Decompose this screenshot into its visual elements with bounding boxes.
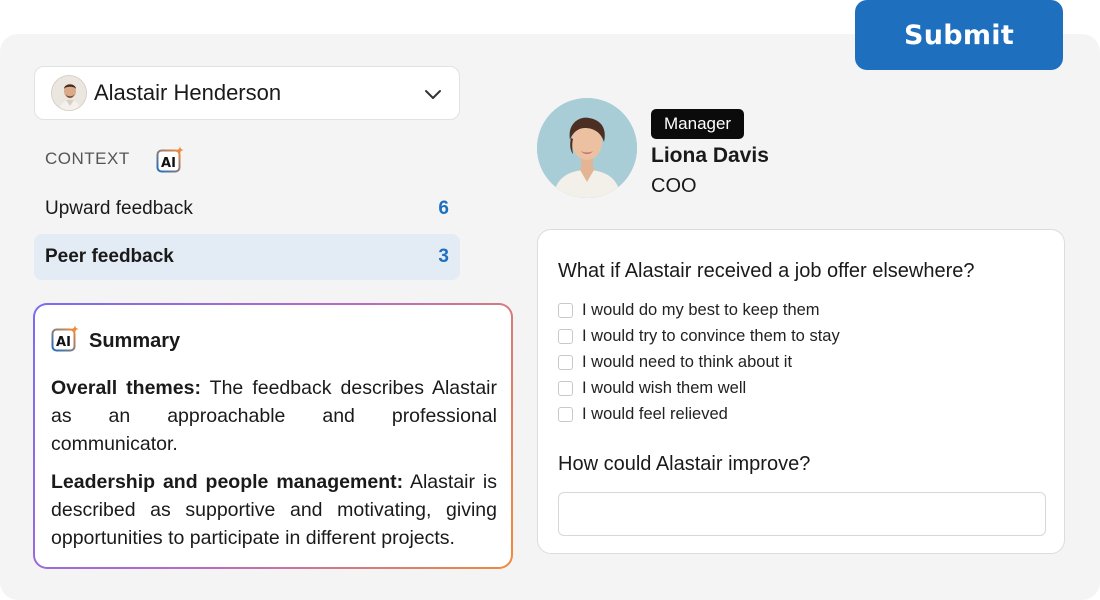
- checkbox[interactable]: [558, 406, 573, 422]
- option-relieved[interactable]: I would feel relieved: [558, 401, 1044, 427]
- summary-heading: Leadership and people management:: [51, 471, 404, 493]
- feedback-label: Upward feedback: [45, 198, 193, 219]
- summary-title: Summary: [89, 330, 181, 352]
- person-selector[interactable]: Alastair Henderson: [34, 66, 460, 120]
- option-label: I would wish them well: [582, 378, 747, 397]
- profile-name: Liona Davis: [651, 144, 769, 167]
- profile-title: COO: [651, 175, 697, 197]
- feedback-count: 6: [438, 198, 449, 219]
- summary-section-leadership: Leadership and people management: Alasta…: [51, 468, 497, 552]
- checkbox[interactable]: [558, 328, 573, 344]
- option-list: I would do my best to keep them I would …: [558, 297, 1044, 427]
- feedback-count: 3: [438, 246, 449, 267]
- question-card: What if Alastair received a job offer el…: [537, 229, 1065, 554]
- question-job-offer: What if Alastair received a job offer el…: [558, 260, 975, 282]
- summary-header: AI Summary: [51, 325, 497, 358]
- chevron-down-icon[interactable]: [421, 82, 445, 106]
- role-badge: Manager: [651, 109, 745, 139]
- summary-heading: Overall themes:: [51, 377, 201, 399]
- profile-avatar: [537, 98, 637, 198]
- avatar: [51, 75, 87, 111]
- submit-button[interactable]: Submit: [855, 0, 1063, 70]
- checkbox[interactable]: [558, 354, 573, 370]
- context-label: CONTEXT: [45, 149, 130, 168]
- option-wish-well[interactable]: I would wish them well: [558, 375, 1044, 401]
- option-label: I would feel relieved: [582, 404, 728, 423]
- option-convince[interactable]: I would try to convince them to stay: [558, 323, 1044, 349]
- summary-section-themes: Overall themes: The feedback describes A…: [51, 374, 497, 458]
- option-keep[interactable]: I would do my best to keep them: [558, 297, 1044, 323]
- improve-answer-input[interactable]: [558, 492, 1046, 536]
- svg-text:AI: AI: [56, 335, 71, 350]
- question-improve: How could Alastair improve?: [558, 453, 811, 475]
- option-think[interactable]: I would need to think about it: [558, 349, 1044, 375]
- option-label: I would need to think about it: [582, 352, 793, 371]
- svg-text:AI: AI: [161, 156, 176, 171]
- feedback-row-peer[interactable]: Peer feedback 3: [34, 234, 460, 280]
- context-header: CONTEXT AI: [45, 146, 184, 173]
- checkbox[interactable]: [558, 380, 573, 396]
- ai-icon: AI: [51, 325, 79, 358]
- checkbox[interactable]: [558, 302, 573, 318]
- option-label: I would try to convince them to stay: [582, 326, 840, 345]
- selected-person-name: Alastair Henderson: [94, 80, 282, 105]
- feedback-label: Peer feedback: [45, 246, 174, 267]
- ai-icon: AI: [156, 146, 184, 173]
- summary-card: AI Summary Overall themes: The feedback …: [33, 303, 513, 569]
- option-label: I would do my best to keep them: [582, 300, 820, 319]
- feedback-row-upward[interactable]: Upward feedback 6: [34, 186, 460, 232]
